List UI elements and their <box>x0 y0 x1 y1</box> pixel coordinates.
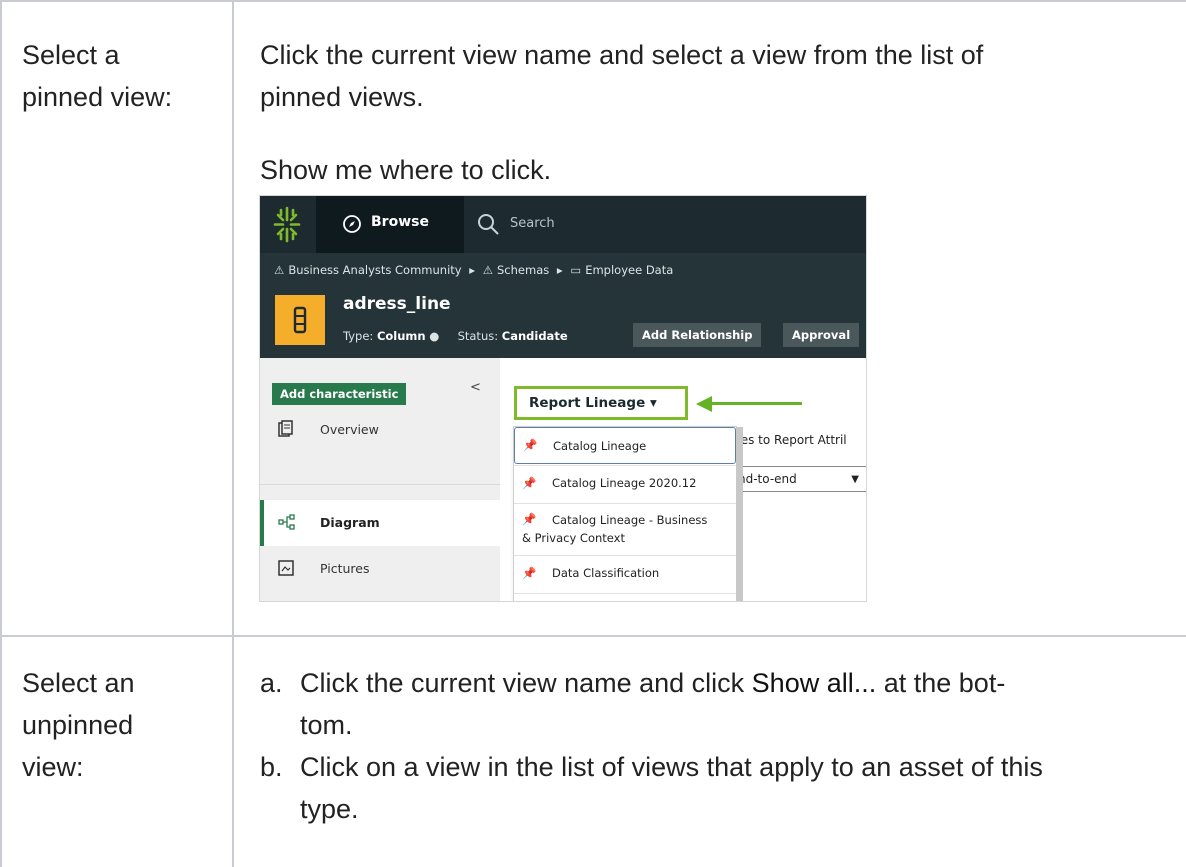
breadcrumb-schemas[interactable]: Schemas <box>497 263 549 277</box>
asset-title: adress_line <box>343 294 451 314</box>
table-icon: ▭ <box>570 263 582 277</box>
row1-description-line2: pinned views. <box>260 82 424 112</box>
breadcrumb: ⚠ Business Analysts Community ▸ ⚠ Schemas … <box>274 263 677 277</box>
view-selector-button[interactable]: Report Lineage ▾ <box>514 386 688 420</box>
show-all-term: Show all... <box>751 668 877 698</box>
pictures-icon <box>278 560 294 576</box>
breadcrumb-employee-data[interactable]: Employee Data <box>585 263 673 277</box>
pin-icon: 📌 <box>523 438 538 452</box>
step-b: b. Click on a view in the list of views t… <box>260 746 1170 830</box>
view-option-catalog-lineage[interactable]: 📌 Catalog Lineage <box>514 427 736 464</box>
step-a-marker: a. <box>260 668 283 698</box>
view-option-data-classification[interactable]: 📌 Data Classification <box>514 556 736 592</box>
sidebar-item-pictures[interactable]: Pictures <box>260 546 500 592</box>
row1-description-line1: Click the current view name and select a… <box>260 40 984 70</box>
type-label: Type: <box>343 329 374 343</box>
breadcrumb-community[interactable]: Business Analysts Community <box>288 263 461 277</box>
collibra-logo-icon <box>273 206 301 243</box>
status-value: Candidate <box>501 329 568 343</box>
active-indicator <box>260 500 264 546</box>
info-icon[interactable]: ● <box>429 329 439 343</box>
collapse-sidebar-icon[interactable]: < <box>470 380 481 395</box>
search-icon[interactable] <box>476 212 500 236</box>
sidebar: Add characteristic < Overview Diagram Pi… <box>260 358 500 601</box>
sidebar-item-label: Overview <box>320 422 379 437</box>
row1-label-line1: Select a <box>22 40 120 70</box>
row2-label-line2: unpinned <box>22 710 134 740</box>
chevron-right-icon: ▸ <box>469 263 476 277</box>
table-column-divider <box>232 0 234 867</box>
pin-icon: 📌 <box>522 512 537 526</box>
chevron-down-icon: ▼ <box>851 474 859 485</box>
view-option-catalog-lineage-business[interactable]: 📌 Catalog Lineage - Business & Privacy C… <box>514 504 736 554</box>
step-a-text-post: at the bot- <box>876 668 1006 698</box>
diagram-icon <box>278 514 295 530</box>
column-glyph-icon <box>293 306 307 334</box>
sidebar-item-label: Diagram <box>320 515 380 530</box>
chevron-down-icon: ▾ <box>649 395 657 411</box>
pin-icon: 📌 <box>522 566 537 580</box>
table-row-divider <box>0 635 1186 637</box>
view-option-label: Catalog Lineage - Business <box>552 513 708 527</box>
schema-icon: ⚠ <box>482 263 493 277</box>
pinned-views-dropdown: 📌 Catalog Lineage 📌 Catalog Lineage 2020… <box>513 426 743 601</box>
sidebar-item-diagram[interactable]: Diagram <box>260 500 500 546</box>
view-option-label-continued: & Privacy Context <box>522 531 625 545</box>
search-input[interactable]: Search <box>510 216 555 231</box>
compass-icon <box>343 215 361 233</box>
view-option-label: Catalog Lineage 2020.12 <box>552 476 697 490</box>
table-top-border <box>0 0 1186 2</box>
lineage-mode-value: nd-to-end <box>738 472 797 486</box>
status-label: Status: <box>457 329 499 343</box>
step-b-marker: b. <box>260 752 283 782</box>
step-a: a. Click the current view name and click … <box>260 662 1160 746</box>
step-b-line1: b. Click on a view in the list of views t… <box>260 746 1170 788</box>
browse-tab[interactable]: Browse <box>316 196 464 253</box>
add-characteristic-button[interactable]: Add characteristic <box>272 383 407 405</box>
current-view-name: Report Lineage <box>529 395 646 411</box>
approval-button[interactable]: Approval <box>783 323 860 347</box>
row2-label-line1: Select an <box>22 668 135 698</box>
asset-meta: Type: Column ● Status: Candidate <box>343 329 568 343</box>
main-content: tes to Report Attril nd-to-end ▼ Report … <box>500 358 866 601</box>
top-navigation-bar: Browse Search <box>260 196 866 253</box>
overview-icon <box>278 420 293 437</box>
browse-label: Browse <box>371 214 429 230</box>
dropdown-divider <box>514 593 736 594</box>
step-b-text: Click on a view in the list of views tha… <box>300 752 1043 782</box>
row1-description: Click the current view name and select a… <box>260 34 983 118</box>
step-b-line2: type. <box>300 794 359 824</box>
add-relationship-button[interactable]: Add Relationship <box>633 323 762 347</box>
community-icon: ⚠ <box>274 263 285 277</box>
row2-label-line3: view: <box>22 752 84 782</box>
step-a-line2: tom. <box>300 710 353 740</box>
embedded-screenshot: Browse Search ⚠ Business Analysts Communi… <box>259 195 867 602</box>
lineage-mode-select[interactable]: nd-to-end ▼ <box>736 466 866 492</box>
view-option-label: Data Classification <box>552 566 660 580</box>
pointer-arrow-line <box>710 402 802 405</box>
chevron-right-icon: ▸ <box>556 263 563 277</box>
column-asset-icon <box>275 295 325 345</box>
step-a-text-pre: Click the current view name and click <box>300 668 752 698</box>
hidden-view-text: tes to Report Attril <box>736 433 847 447</box>
pin-icon: 📌 <box>522 476 537 490</box>
show-me-where-link[interactable]: Show me where to click. <box>260 149 551 191</box>
sidebar-item-overview[interactable]: Overview <box>260 407 500 453</box>
view-option-label: Catalog Lineage <box>553 439 647 453</box>
sidebar-item-label: Pictures <box>320 561 370 576</box>
row1-label: Select a pinned view: <box>22 34 172 118</box>
step-a-line1: a. Click the current view name and click … <box>260 662 1160 704</box>
asset-header: ⚠ Business Analysts Community ▸ ⚠ Schemas … <box>260 253 866 358</box>
table-left-border <box>0 0 2 867</box>
view-option-catalog-lineage-2020[interactable]: 📌 Catalog Lineage 2020.12 <box>514 466 736 502</box>
dropdown-scrollbar[interactable] <box>736 427 743 601</box>
row2-label: Select an unpinned view: <box>22 662 135 788</box>
row1-label-line2: pinned view: <box>22 82 173 112</box>
sidebar-divider <box>260 484 500 485</box>
type-value: Column <box>376 329 426 343</box>
